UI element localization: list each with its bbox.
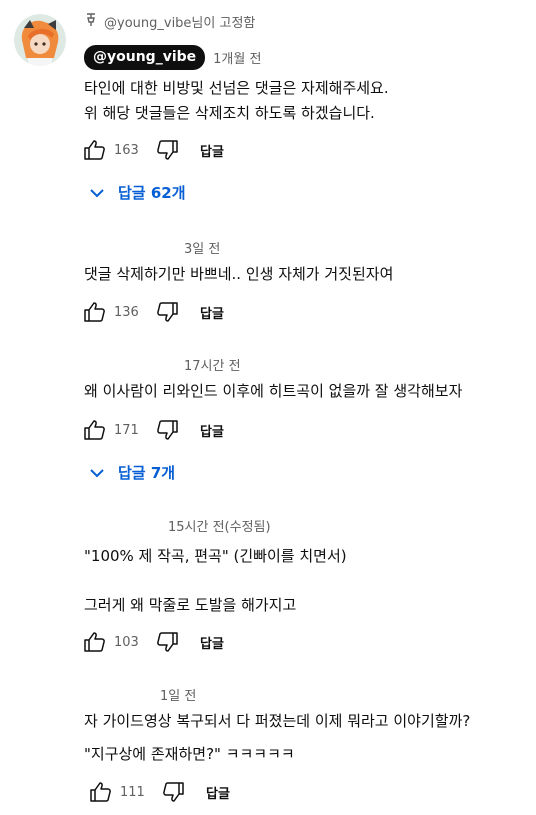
comment-time[interactable]: 17시간 전 xyxy=(184,355,241,374)
comment-time[interactable]: 1개월 전 xyxy=(213,48,261,67)
thumbs-down-icon[interactable] xyxy=(154,630,180,654)
chevron-down-icon xyxy=(90,184,118,202)
pinned-by-text: @young_vibe님이 고정함 xyxy=(104,16,256,31)
thumbs-up-icon[interactable] xyxy=(82,300,108,324)
like-count: 136 xyxy=(114,304,139,320)
thumbs-up-icon[interactable] xyxy=(82,630,108,654)
replies-count: 답글 7개 xyxy=(118,464,176,482)
comment-line: 댓글 삭제하기만 바쁘네.. 인생 자체가 거짓된자여 xyxy=(84,265,394,283)
like-count: 103 xyxy=(114,634,139,650)
comment-line: "지구상에 존재하면?" ㅋㅋㅋㅋㅋ xyxy=(84,745,295,763)
like-count: 163 xyxy=(114,142,139,158)
comment-line: 자 가이드영상 복구되서 다 퍼졌는데 이제 뭐라고 이야기할까? xyxy=(84,712,471,730)
comment-text: 타인에 대한 비방및 선넘은 댓글은 자제해주세요. 위 해당 댓글들은 삭제조… xyxy=(84,77,389,124)
comment-text: 댓글 삭제하기만 바쁘네.. 인생 자체가 거짓된자여 xyxy=(84,263,393,285)
comment-line: 왜 이사람이 리와인드 이후에 히트곡이 없을까 잘 생각해보자 xyxy=(84,382,463,400)
thumbs-down-icon[interactable] xyxy=(154,418,180,442)
comment-actions: 171 답글 xyxy=(82,418,224,442)
thumbs-down-icon[interactable] xyxy=(154,138,180,162)
thumbs-up-icon[interactable] xyxy=(82,138,108,162)
comment-actions: 111 답글 xyxy=(88,780,230,804)
pinned-label: @young_vibe님이 고정함 xyxy=(86,12,255,31)
comment-text: 왜 이사람이 리와인드 이후에 히트곡이 없을까 잘 생각해보자 xyxy=(84,380,462,402)
comment-time[interactable]: 1일 전 xyxy=(160,685,196,704)
comment-header: @young_vibe 1개월 전 xyxy=(84,45,261,70)
reply-button[interactable]: 답글 xyxy=(200,303,224,322)
comment-time[interactable]: 15시간 전(수정됨) xyxy=(168,516,271,535)
replies-count: 답글 62개 xyxy=(118,184,186,202)
author-handle[interactable]: @young_vibe xyxy=(84,45,206,70)
pin-icon xyxy=(86,12,104,31)
reply-button[interactable]: 답글 xyxy=(200,633,224,652)
like-count: 111 xyxy=(120,784,145,800)
thumbs-up-icon[interactable] xyxy=(88,780,114,804)
comment-time[interactable]: 3일 전 xyxy=(184,238,220,257)
view-replies-button[interactable]: 답글 7개 xyxy=(90,462,175,483)
comment-line: "100% 제 작곡, 편곡" (긴빠이를 치면서) xyxy=(84,547,347,565)
reply-button[interactable]: 답글 xyxy=(206,783,230,802)
chevron-down-icon xyxy=(90,464,118,482)
comment-text: "100% 제 작곡, 편곡" (긴빠이를 치면서) 그러게 왜 막줄로 도발을… xyxy=(84,545,347,616)
comment-line: 타인에 대한 비방및 선넘은 댓글은 자제해주세요. xyxy=(84,79,389,97)
comment-line: 그러게 왜 막줄로 도발을 해가지고 xyxy=(84,596,297,614)
comment-actions: 103 답글 xyxy=(82,630,224,654)
comment-text: 자 가이드영상 복구되서 다 퍼졌는데 이제 뭐라고 이야기할까? "지구상에 … xyxy=(84,710,470,765)
thumbs-up-icon[interactable] xyxy=(82,418,108,442)
thumbs-down-icon[interactable] xyxy=(154,300,180,324)
comment-actions: 136 답글 xyxy=(82,300,224,324)
avatar[interactable] xyxy=(14,14,66,66)
thumbs-down-icon[interactable] xyxy=(160,780,186,804)
reply-button[interactable]: 답글 xyxy=(200,141,224,160)
comment-actions: 163 답글 xyxy=(82,138,224,162)
like-count: 171 xyxy=(114,422,139,438)
comment-line: 위 해당 댓글들은 삭제조치 하도록 하겠습니다. xyxy=(84,104,375,122)
view-replies-button[interactable]: 답글 62개 xyxy=(90,182,186,203)
reply-button[interactable]: 답글 xyxy=(200,421,224,440)
